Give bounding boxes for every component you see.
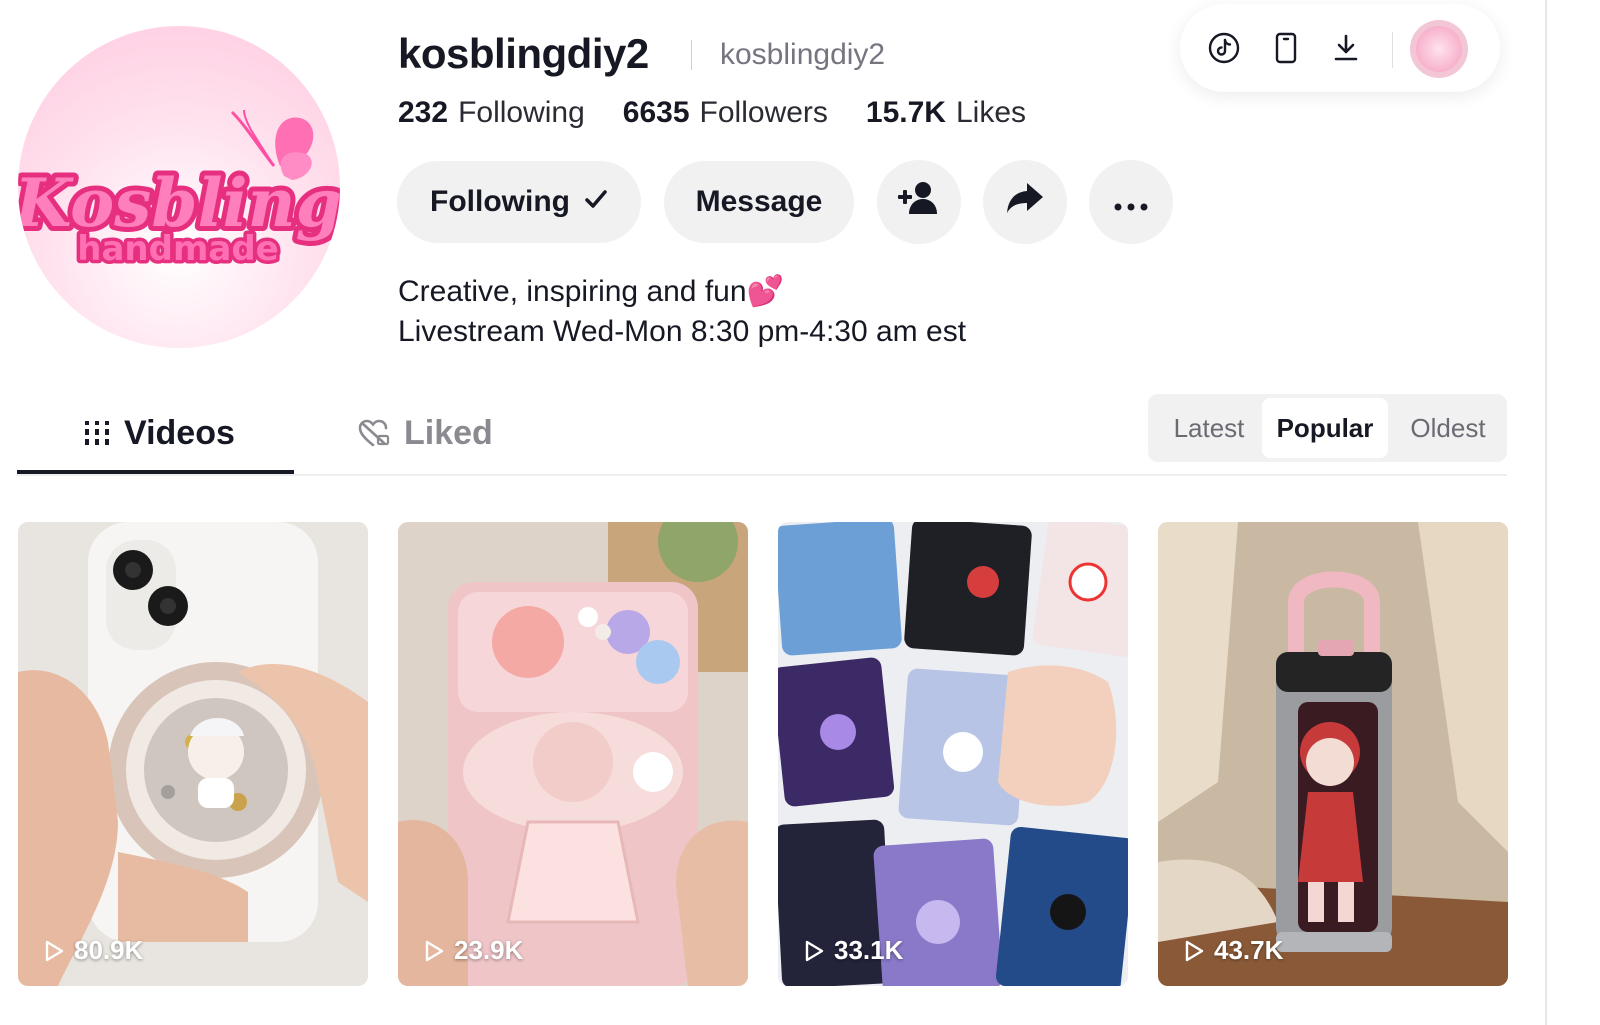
- username: kosblingdiy2: [398, 30, 649, 77]
- video-card[interactable]: 23.9K: [398, 522, 748, 986]
- phone-icon[interactable]: [1268, 30, 1304, 66]
- add-friend-button[interactable]: [877, 160, 961, 244]
- download-icon[interactable]: [1328, 30, 1364, 66]
- video-card[interactable]: 43.7K: [1158, 522, 1508, 986]
- share-button[interactable]: [983, 160, 1067, 244]
- view-count-value: 43.7K: [1214, 935, 1284, 965]
- profile-avatar[interactable]: Kosbling Kosbling handmade handmade: [18, 26, 340, 348]
- stat-following-label: Following: [458, 96, 585, 129]
- video-card[interactable]: 33.1K: [778, 522, 1128, 986]
- kosbling-logo: Kosbling Kosbling handmade handmade: [18, 109, 340, 273]
- tab-liked[interactable]: Liked: [358, 408, 493, 458]
- tab-videos[interactable]: Videos: [84, 408, 235, 458]
- top-toolbar: [1180, 4, 1500, 92]
- profile-stats: 232 Following 6635 Followers 15.7K Likes: [398, 96, 1026, 130]
- message-button[interactable]: Message: [664, 161, 854, 243]
- more-button[interactable]: [1089, 160, 1173, 244]
- view-count-value: 33.1K: [834, 935, 904, 965]
- svg-text:handmade: handmade: [77, 229, 278, 269]
- play-icon: [1184, 940, 1204, 962]
- window-edge: [1545, 0, 1547, 1025]
- view-count-value: 23.9K: [454, 935, 524, 965]
- sort-control: Latest Popular Oldest: [1148, 394, 1507, 462]
- bio-line-1: Creative, inspiring and fun💕: [398, 275, 784, 308]
- more-horizontal-icon: [1114, 185, 1148, 219]
- stat-following-count: 232: [398, 96, 449, 129]
- nickname: kosblingdiy2: [720, 38, 886, 71]
- stat-likes-label: Likes: [955, 96, 1027, 129]
- video-thumbnail: [778, 522, 1128, 986]
- following-button-label: Following: [430, 185, 570, 218]
- user-avatar[interactable]: [1410, 20, 1468, 78]
- sort-popular[interactable]: Popular: [1262, 398, 1388, 458]
- video-thumbnail: [398, 522, 748, 986]
- tab-liked-label: Liked: [404, 413, 493, 452]
- video-thumbnail: [1158, 522, 1508, 986]
- tab-videos-label: Videos: [124, 413, 235, 452]
- stat-likes-count: 15.7K: [865, 96, 946, 129]
- video-thumbnail: [18, 522, 368, 986]
- tabs-divider: [17, 474, 1507, 476]
- message-button-label: Message: [695, 185, 823, 218]
- profile-bio: Creative, inspiring and fun💕 Livestream …: [398, 272, 966, 352]
- view-count: 23.9K: [424, 935, 523, 966]
- tiktok-logo-icon[interactable]: [1206, 30, 1242, 66]
- grid-icon: [84, 420, 110, 446]
- view-count-value: 80.9K: [74, 935, 144, 965]
- heart-lock-icon: [358, 419, 390, 447]
- play-icon: [44, 940, 64, 962]
- toolbar-divider: [1392, 32, 1393, 68]
- name-divider: [691, 40, 692, 70]
- sort-latest[interactable]: Latest: [1154, 398, 1264, 458]
- play-icon: [804, 940, 824, 962]
- view-count: 33.1K: [804, 935, 903, 966]
- share-arrow-icon: [1005, 181, 1045, 223]
- following-button[interactable]: Following: [397, 161, 641, 243]
- stat-followers-count: 6635: [622, 96, 690, 129]
- view-count: 43.7K: [1184, 935, 1283, 966]
- stat-following[interactable]: 232 Following: [398, 96, 585, 130]
- sort-oldest[interactable]: Oldest: [1394, 398, 1502, 458]
- bio-line-2: Livestream Wed-Mon 8:30 pm-4:30 am est: [398, 315, 967, 348]
- stat-followers-label: Followers: [699, 96, 828, 129]
- stat-likes: 15.7K Likes: [866, 96, 1026, 130]
- checkmark-icon: [584, 187, 608, 218]
- video-card[interactable]: 80.9K: [18, 522, 368, 986]
- person-add-icon: [898, 180, 940, 224]
- view-count: 80.9K: [44, 935, 143, 966]
- play-icon: [424, 940, 444, 962]
- stat-followers[interactable]: 6635 Followers: [623, 96, 828, 130]
